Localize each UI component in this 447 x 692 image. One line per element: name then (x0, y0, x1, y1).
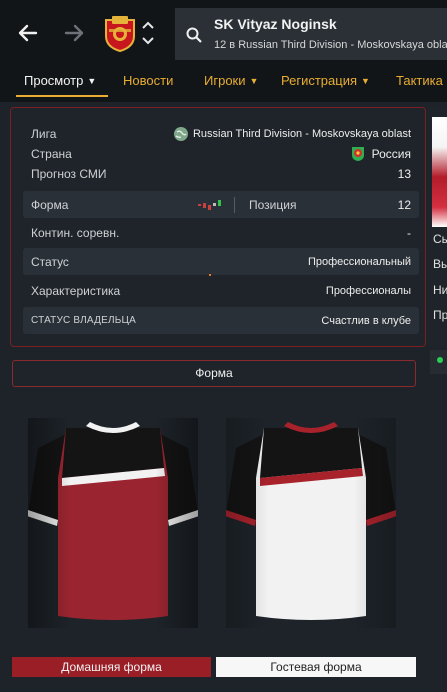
form-dots-icon (198, 199, 226, 211)
status-row: Статус Профессиональный (23, 248, 419, 275)
continental-label: Контин. соревн. (31, 226, 120, 240)
search-icon[interactable] (186, 27, 202, 43)
marker-dot (209, 274, 211, 276)
tab-tactics[interactable]: Тактика (396, 73, 443, 88)
chevron-down-icon: ▼ (361, 76, 370, 86)
owner-status-row: СТАТУС ВЛАДЕЛЬЦА Счастлив в клубе (23, 307, 419, 334)
league-label: Лига (31, 127, 57, 141)
club-subtitle[interactable]: 12 в Russian Third Division - Moskovskay… (214, 39, 447, 51)
continental-value: - (407, 226, 411, 240)
globe-icon (173, 126, 189, 142)
tab-overview[interactable]: Просмотр ▼ (24, 73, 96, 88)
side-panel-image (432, 117, 447, 227)
position-label: Позиция (249, 198, 297, 212)
side-panel-line: Вы (433, 257, 447, 271)
divider (234, 197, 235, 213)
side-panel: Сы Вы Ни Пр (428, 107, 447, 347)
side-panel-line: Ни (433, 283, 447, 297)
character-value: Профессионалы (325, 285, 411, 297)
status-value: Профессиональный (307, 256, 411, 268)
away-kit-image[interactable] (225, 418, 397, 628)
up-down-chevron-icon[interactable] (140, 18, 156, 48)
character-row: Характеристика Профессионалы (23, 283, 419, 299)
tab-news[interactable]: Новости (123, 73, 173, 88)
country-row[interactable]: Страна Россия (23, 146, 419, 162)
tab-players[interactable]: Игроки ▼ (204, 73, 258, 88)
league-value[interactable]: Russian Third Division - Moskovskaya obl… (193, 128, 411, 140)
club-crest-icon[interactable] (103, 14, 137, 53)
owner-status-label: СТАТУС ВЛАДЕЛЬЦА (31, 315, 136, 326)
status-label: Статус (31, 255, 69, 269)
status-dot (437, 357, 443, 363)
country-value[interactable]: Россия (372, 147, 411, 161)
chevron-down-icon: ▼ (87, 76, 97, 86)
away-kit-label[interactable]: Гостевая форма (216, 657, 416, 677)
back-arrow-icon[interactable] (14, 19, 42, 47)
club-info-panel: Лига Russian Third Division - Moskovskay… (10, 107, 426, 347)
character-label: Характеристика (31, 284, 121, 298)
club-name: SK Vityaz Noginsk (214, 16, 337, 32)
top-bar: SK Vityaz Noginsk 12 в Russian Third Div… (0, 0, 447, 62)
tab-registration[interactable]: Регистрация ▼ (281, 73, 370, 88)
tab-bar: Просмотр ▼ Новости Игроки ▼ Регистрация ▼ Т… (0, 62, 447, 102)
side-panel-line: Пр (433, 308, 447, 322)
media-prediction-row: Прогноз СМИ 13 (23, 166, 419, 182)
league-row[interactable]: Лига Russian Third Division - Moskovskay… (23, 126, 419, 142)
home-kit-image[interactable] (27, 418, 199, 628)
side-panel-line: Сы (433, 232, 447, 246)
owner-status-value: Счастлив в клубе (321, 315, 411, 327)
continental-row: Контин. соревн. - (23, 225, 419, 241)
home-kit-label[interactable]: Домашняя форма (12, 657, 211, 677)
russia-flag-icon (351, 146, 365, 162)
forward-arrow-icon[interactable] (60, 19, 88, 47)
chevron-down-icon: ▼ (249, 76, 259, 86)
media-prediction-value: 13 (397, 167, 411, 181)
position-value: 12 (397, 198, 411, 212)
form-position-row[interactable]: Форма Позиция 12 (23, 191, 419, 218)
country-label: Страна (31, 147, 72, 161)
kits-header[interactable]: Форма (12, 360, 416, 387)
form-label: Форма (31, 198, 69, 212)
active-tab-indicator (16, 95, 108, 97)
media-prediction-label: Прогноз СМИ (31, 167, 107, 181)
